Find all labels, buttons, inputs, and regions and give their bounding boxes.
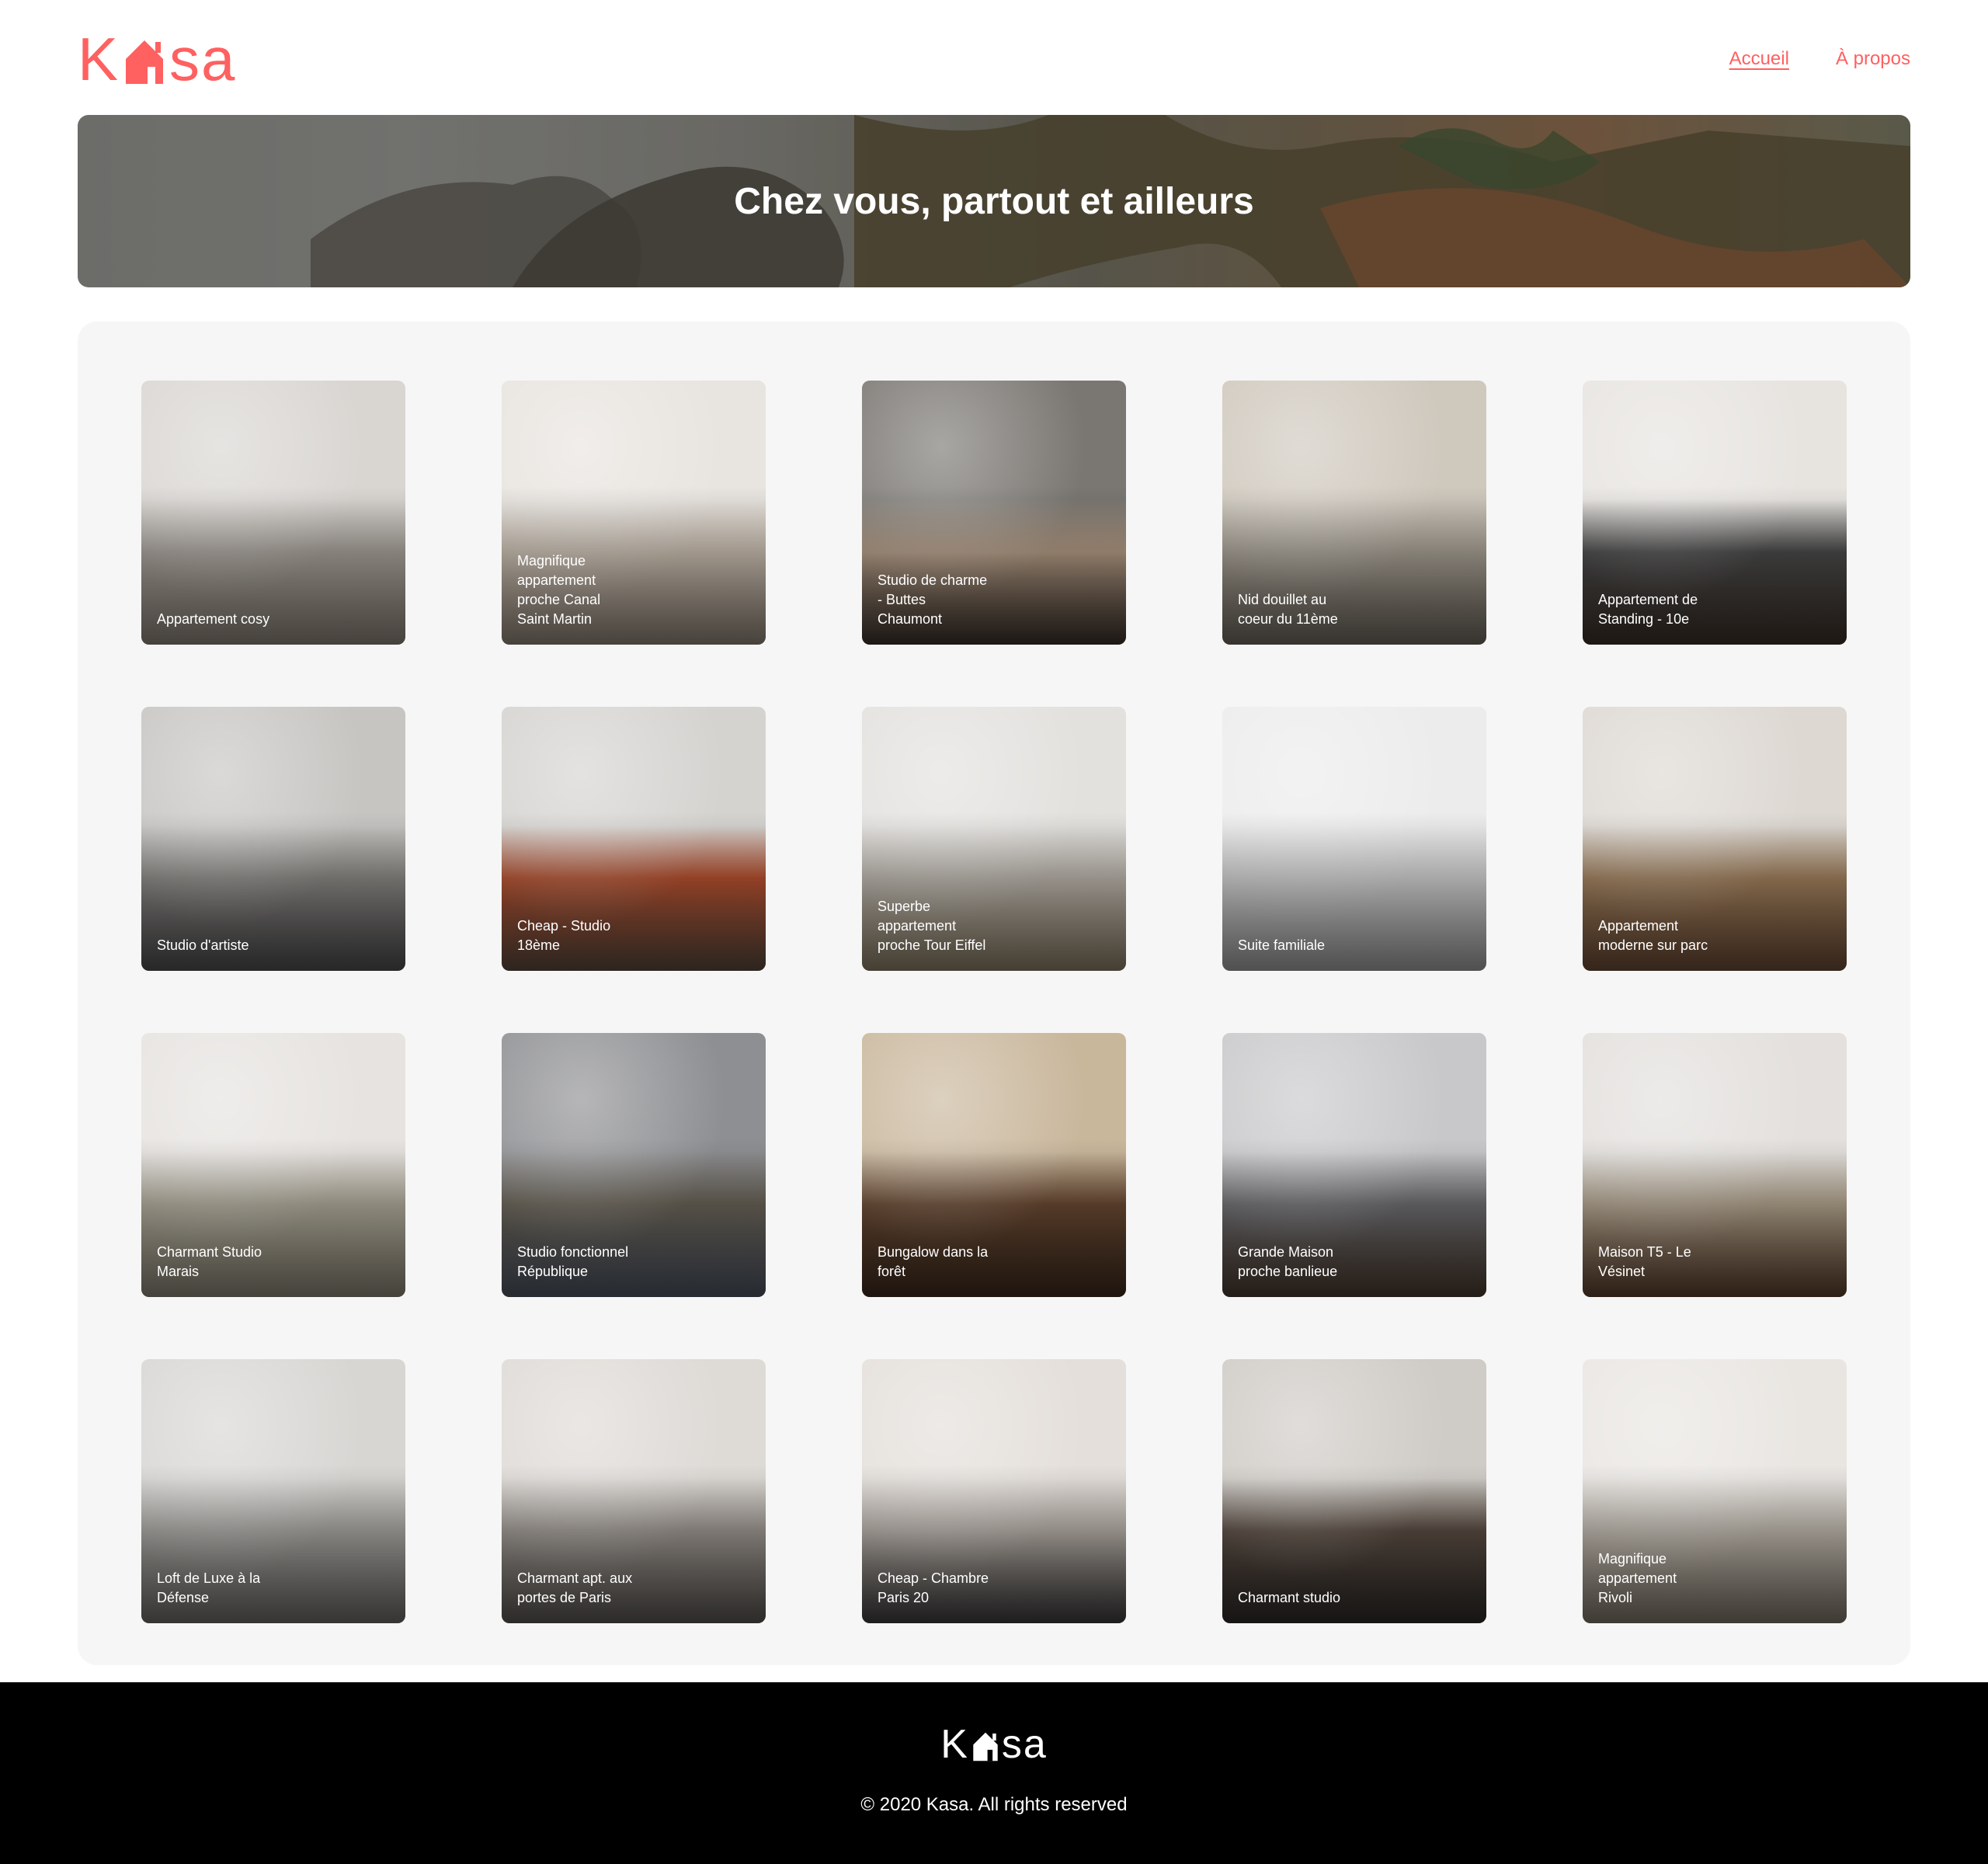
listing-card[interactable]: Appartement moderne sur parc [1583,707,1847,971]
listing-card[interactable]: Studio fonctionnel République [502,1033,766,1297]
listing-card[interactable]: Appartement cosy [141,381,405,645]
listing-title: Charmant Studio Marais [157,1244,262,1279]
nav-link-accueil[interactable]: Accueil [1729,47,1789,71]
footer-logo: K sa [0,1723,1988,1766]
listing-card[interactable]: Cheap - Chambre Paris 20 [862,1359,1126,1623]
listing-title: Superbe appartement proche Tour Eiffel [878,899,986,953]
house-icon [124,39,165,85]
listing-card[interactable]: Loft de Luxe à la Défense [141,1359,405,1623]
logo-letter-k: K [78,25,120,93]
listing-title: Cheap - Studio 18ème [517,918,611,953]
listing-title: Magnifique appartement Rivoli [1598,1551,1677,1605]
listing-title: Studio de charme - Buttes Chaumont [878,572,988,627]
listing-card[interactable]: Cheap - Studio 18ème [502,707,766,971]
listing-card[interactable]: Charmant Studio Marais [141,1033,405,1297]
listing-card[interactable]: Studio de charme - Buttes Chaumont [862,381,1126,645]
listing-card[interactable]: Studio d'artiste [141,707,405,971]
listing-card[interactable]: Charmant studio [1222,1359,1486,1623]
listing-card[interactable]: Appartement de Standing - 10e [1583,381,1847,645]
site-header: K sa Accueil À propos [78,28,1910,90]
kasa-logo[interactable]: K sa [78,28,236,90]
listing-title: Loft de Luxe à la Défense [157,1570,261,1605]
logo-letters-sa: sa [169,25,237,93]
listings-gallery: Appartement cosy Magnifique appartement … [78,322,1910,1665]
listing-title: Appartement cosy [157,611,270,627]
site-footer: K sa © 2020 Kasa. All rights reserved [0,1682,1988,1864]
listing-title: Bungalow dans la forêt [878,1244,989,1279]
listing-title: Grande Maison proche banlieue [1238,1244,1338,1279]
card-shade [1222,1359,1486,1623]
listing-card[interactable]: Magnifique appartement Rivoli [1583,1359,1847,1623]
listing-title: Cheap - Chambre Paris 20 [878,1570,989,1605]
nav-link-a-propos[interactable]: À propos [1836,47,1910,71]
listing-title: Charmant apt. aux portes de Paris [517,1570,633,1605]
listing-card[interactable]: Superbe appartement proche Tour Eiffel [862,707,1126,971]
listing-card[interactable]: Magnifique appartement proche Canal Sain… [502,381,766,645]
listing-title: Appartement moderne sur parc [1598,918,1708,953]
card-shade [1222,707,1486,971]
logo-letter-k: K [940,1722,969,1767]
listing-title: Nid douillet au coeur du 11ème [1238,592,1338,627]
listing-title: Suite familiale [1238,937,1326,953]
listing-card[interactable]: Bungalow dans la forêt [862,1033,1126,1297]
card-shade [141,707,405,971]
hero-banner: Chez vous, partout et ailleurs [78,115,1910,287]
card-shade [141,381,405,645]
main-nav: Accueil À propos [1729,47,1910,71]
copyright-text: © 2020 Kasa. All rights reserved [860,1794,1128,1815]
listing-card[interactable]: Maison T5 - Le Vésinet [1583,1033,1847,1297]
listing-title: Studio d'artiste [157,937,249,953]
listing-card[interactable]: Nid douillet au coeur du 11ème [1222,381,1486,645]
listing-title: Magnifique appartement proche Canal Sain… [517,553,601,627]
listing-title: Charmant studio [1238,1590,1341,1605]
banner-title: Chez vous, partout et ailleurs [734,180,1254,222]
listing-title: Studio fonctionnel République [517,1244,629,1279]
listing-title: Maison T5 - Le Vésinet [1598,1244,1691,1279]
logo-letters-sa: sa [1001,1722,1048,1767]
listing-card[interactable]: Suite familiale [1222,707,1486,971]
house-icon [972,1731,999,1762]
listing-card[interactable]: Charmant apt. aux portes de Paris [502,1359,766,1623]
listing-title: Appartement de Standing - 10e [1598,592,1698,627]
listing-card[interactable]: Grande Maison proche banlieue [1222,1033,1486,1297]
